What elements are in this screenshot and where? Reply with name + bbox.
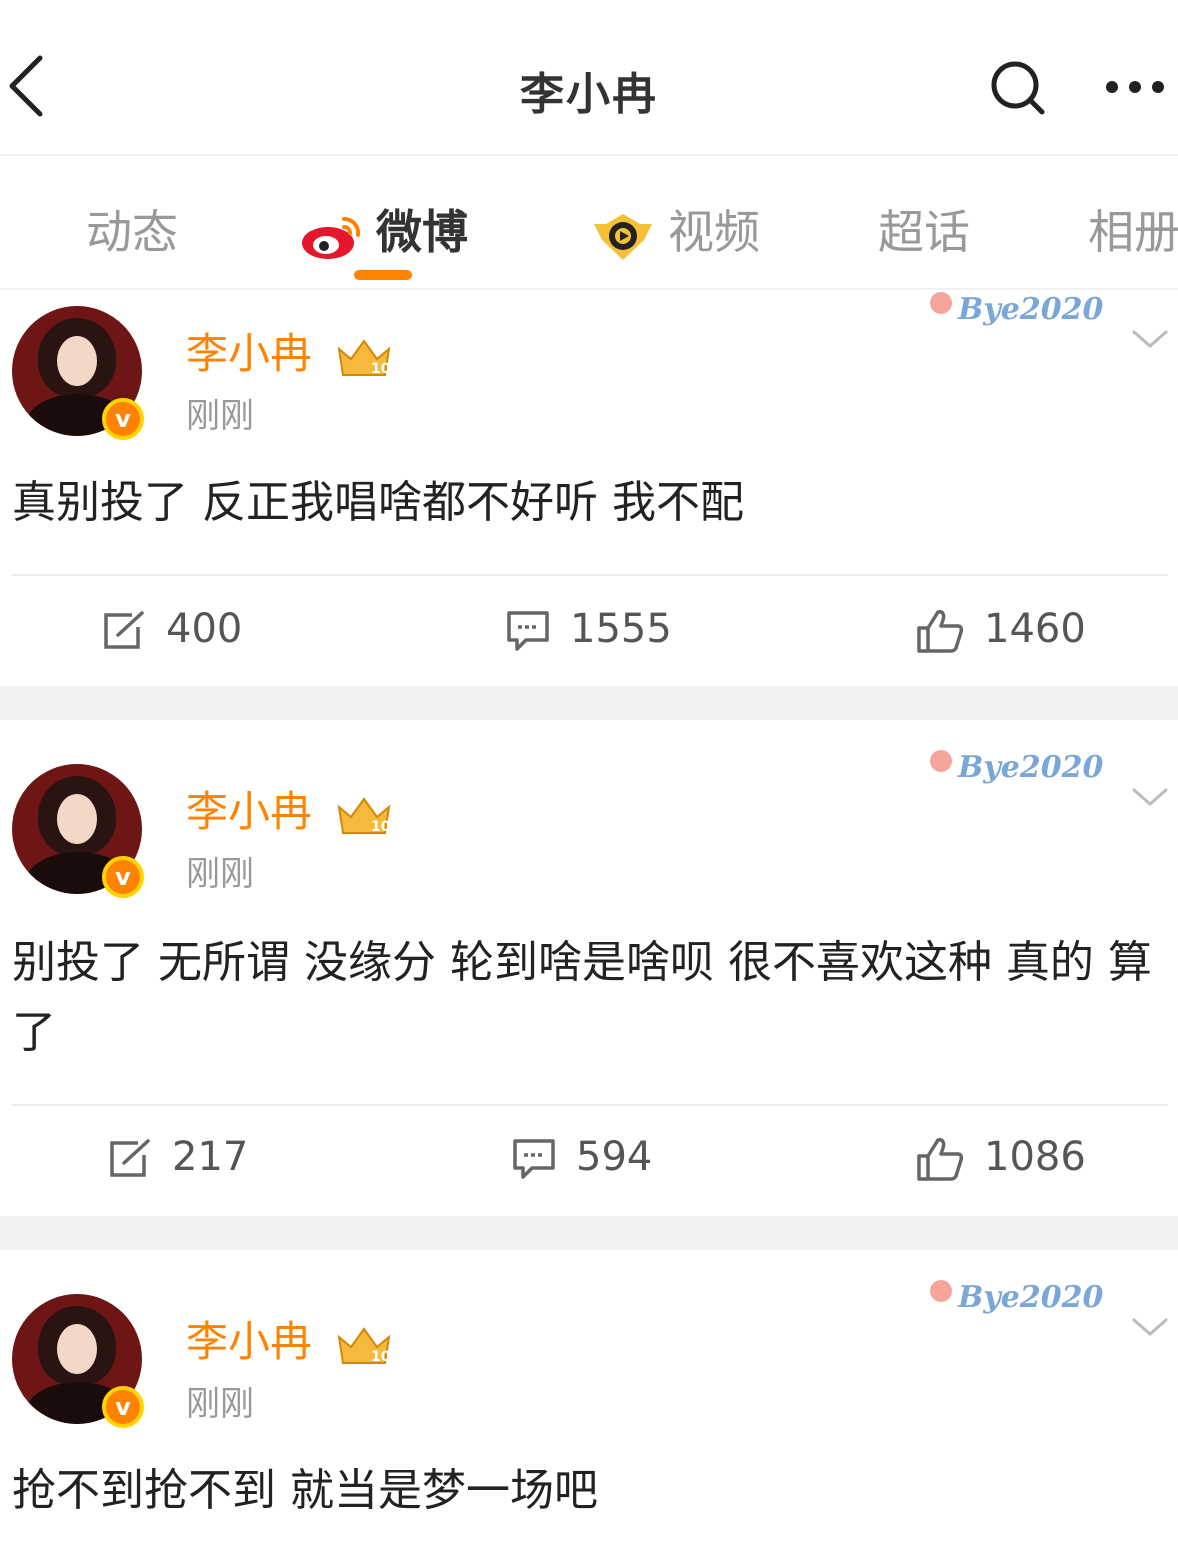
post-time: 刚刚 [186,854,254,894]
comment-icon [507,611,549,651]
like-button[interactable]: 1086 [916,1134,1086,1182]
chevron-down-icon[interactable] [1130,326,1170,352]
repost-icon [104,611,144,649]
post-card[interactable]: v 李小冉 10 刚刚 Bye2020 真别投了 反正我唱啥都不好听 我不配 4… [0,290,1178,686]
repost-button[interactable]: 217 [108,1134,248,1180]
tab-album[interactable]: 相册 [1088,196,1178,262]
svg-text:10: 10 [371,1349,391,1365]
search-icon[interactable] [988,58,1048,118]
post-card[interactable]: v 李小冉 10 刚刚 Bye2020 抢不到抢不到 就当是梦一场吧 [0,1250,1178,1557]
post-text: 真别投了 反正我唱啥都不好听 我不配 [12,477,744,528]
like-button[interactable]: 1460 [916,606,1086,654]
author-name-text: 李小冉 [186,787,313,836]
verified-icon: v [102,1386,144,1428]
tab-label: 相册 [1088,205,1178,259]
repost-count: 400 [166,606,243,652]
comment-count: 594 [576,1134,653,1180]
author-name-text: 李小冉 [186,1317,313,1366]
svg-text:10: 10 [371,819,391,835]
post-time: 刚刚 [186,1384,254,1424]
svg-text:10: 10 [371,361,391,377]
tab-label: 动态 [86,205,178,259]
divider [12,1104,1168,1106]
tab-label: 超话 [878,205,970,259]
like-icon [917,1138,964,1181]
author-name[interactable]: 李小冉 10 [186,1308,393,1369]
weibo-logo-icon [302,216,361,259]
video-icon [594,213,652,260]
like-icon [917,610,964,653]
repost-button[interactable]: 400 [102,606,242,652]
comment-button[interactable]: 1555 [506,606,672,652]
decoration-badge: Bye2020 [930,750,1103,785]
top-bar: 李小冉 [0,0,1178,156]
feed-separator [0,1216,1178,1250]
chevron-down-icon[interactable] [1130,784,1170,810]
divider [12,574,1168,576]
author-name-text: 李小冉 [186,329,313,378]
chevron-down-icon[interactable] [1130,1314,1170,1340]
comment-icon [513,1139,555,1179]
tab-label: 微博 [376,205,468,259]
tab-bar: 动态 微博 视频 超话 相册 [0,156,1178,290]
crown-badge-icon: 10 [337,338,391,377]
like-count: 1460 [984,606,1086,652]
comment-button[interactable]: 594 [512,1134,652,1180]
like-count: 1086 [984,1134,1086,1180]
feed-separator [0,686,1178,720]
tab-label: 视频 [668,205,760,259]
post-text: 别投了 无所谓 没缘分 轮到啥是啥呗 很不喜欢这种 真的 算了 [12,937,1152,1058]
tab-weibo[interactable]: 微博 [300,196,468,262]
decoration-badge: Bye2020 [930,1280,1103,1315]
tab-super-topic[interactable]: 超话 [878,196,970,262]
author-name[interactable]: 李小冉 10 [186,778,393,839]
decoration-badge: Bye2020 [930,292,1103,327]
tab-video[interactable]: 视频 [592,196,760,262]
crown-badge-icon: 10 [337,1326,391,1365]
post-time: 刚刚 [186,396,254,436]
author-name[interactable]: 李小冉 10 [186,320,393,381]
post-text: 抢不到抢不到 就当是梦一场吧 [12,1465,598,1516]
crown-badge-icon: 10 [337,796,391,835]
more-icon[interactable] [1100,62,1170,112]
active-tab-indicator [354,270,412,280]
post-card[interactable]: v 李小冉 10 刚刚 Bye2020 别投了 无所谓 没缘分 轮到啥是啥呗 很… [0,720,1178,1216]
tab-dynamics[interactable]: 动态 [86,196,178,262]
repost-icon [110,1139,150,1177]
repost-count: 217 [172,1134,249,1180]
comment-count: 1555 [570,606,672,652]
verified-icon: v [102,856,144,898]
verified-icon: v [102,398,144,440]
